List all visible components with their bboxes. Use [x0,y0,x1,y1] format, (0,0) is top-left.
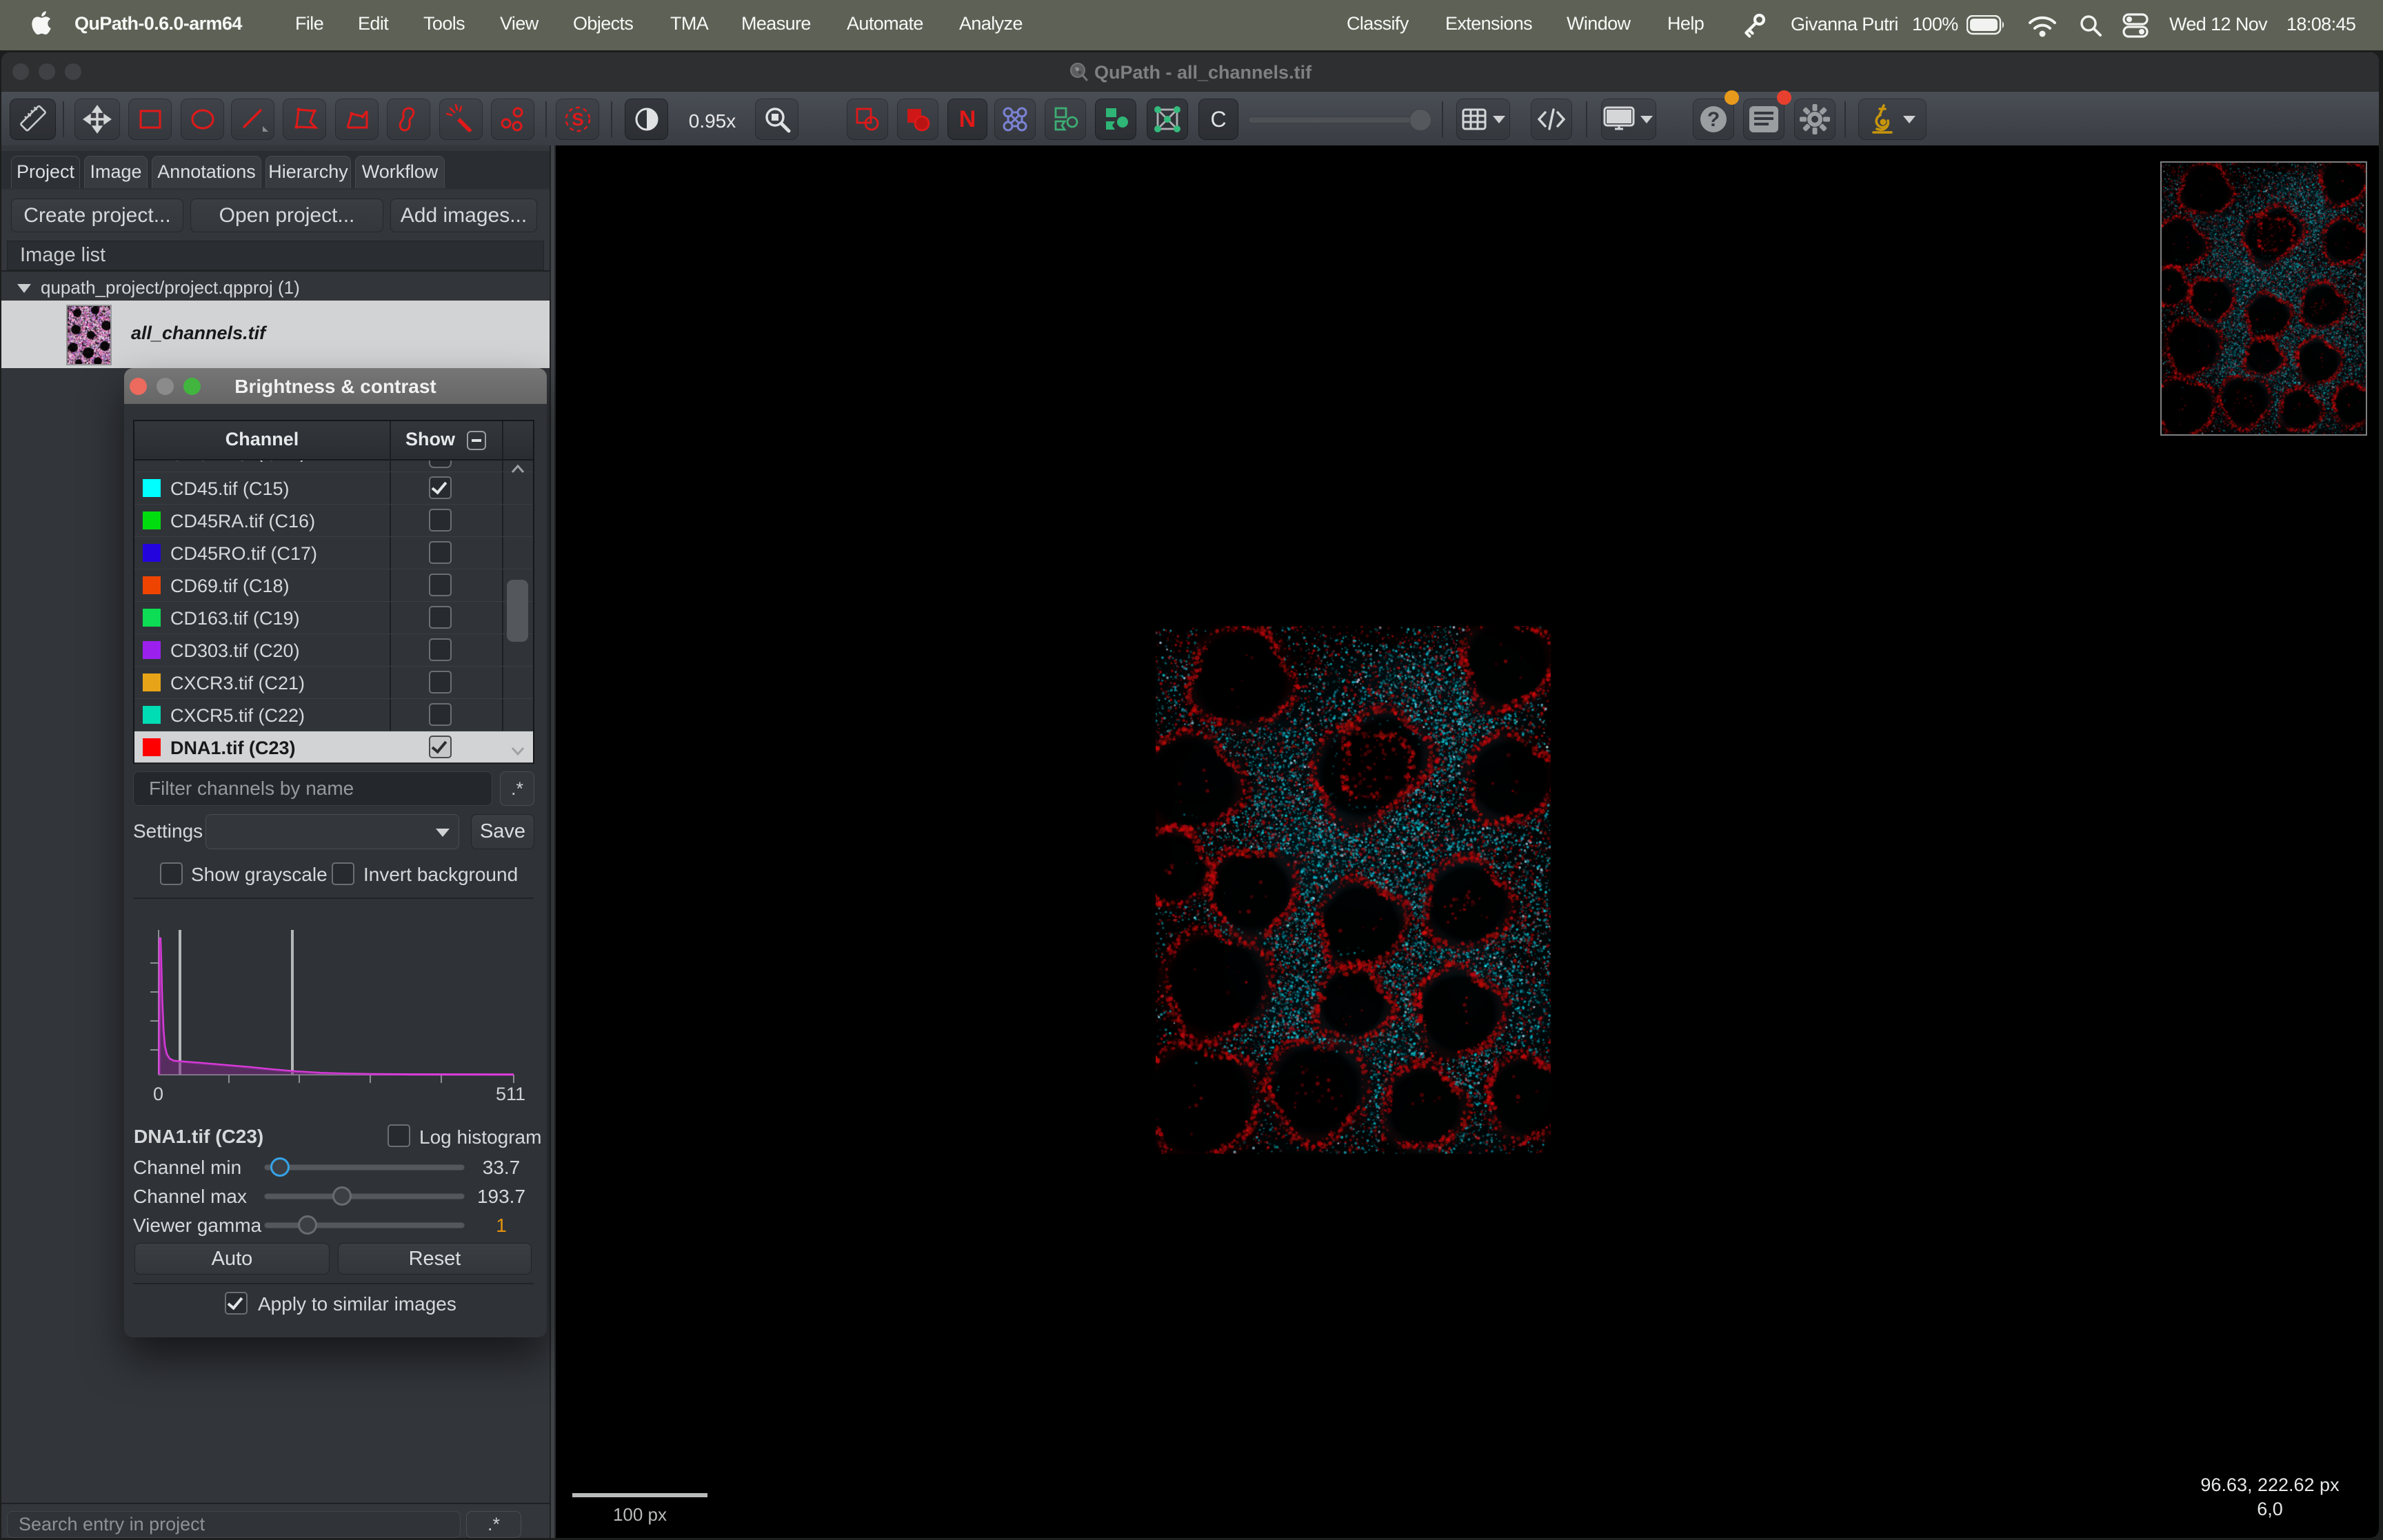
svg-text:?: ? [1707,108,1720,131]
svg-text:511: 511 [496,1084,525,1104]
svg-text:0: 0 [153,1084,163,1104]
svg-text:S: S [572,109,583,130]
